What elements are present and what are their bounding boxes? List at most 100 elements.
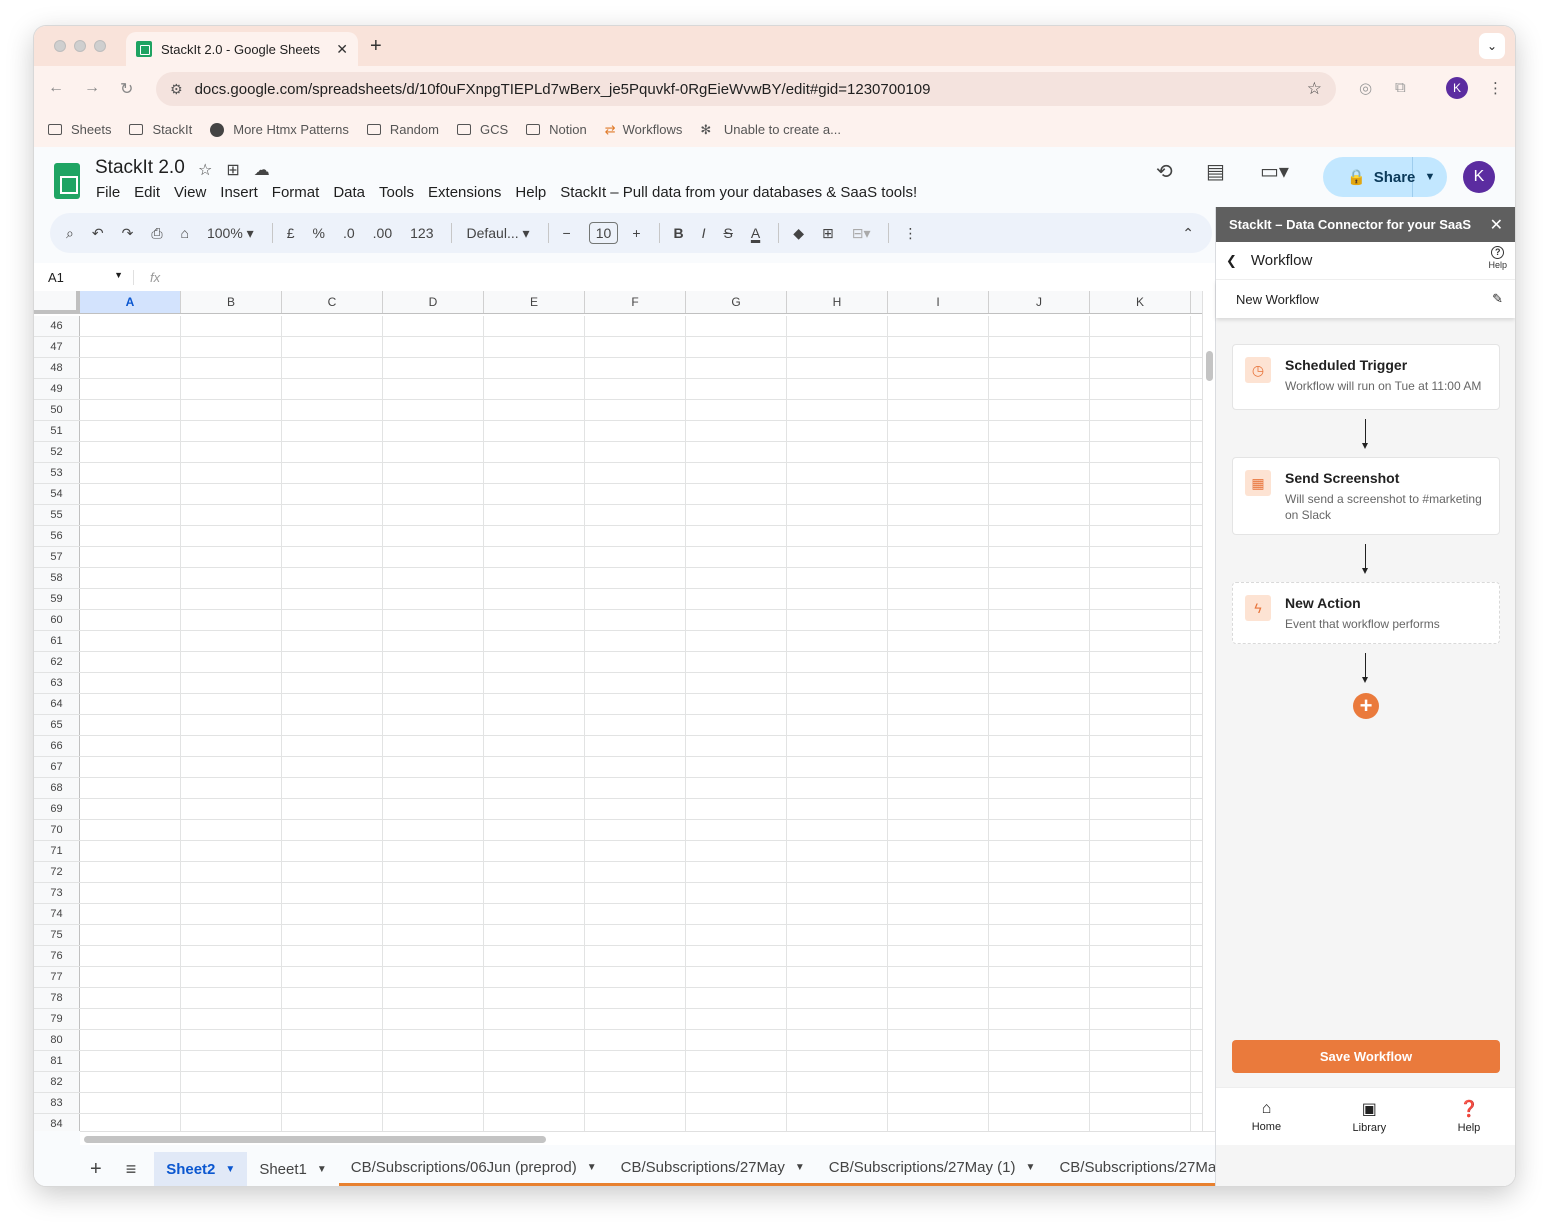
grid-cell[interactable] — [686, 841, 787, 861]
strikethrough-button[interactable]: S — [724, 225, 733, 241]
add-step-button[interactable]: + — [1353, 693, 1379, 719]
vertical-scrollbar[interactable] — [1202, 291, 1215, 1131]
grid-cell[interactable] — [80, 1114, 181, 1131]
grid-cell[interactable] — [80, 988, 181, 1008]
version-history-icon[interactable]: ⟲ — [1156, 159, 1173, 184]
grid-cell[interactable] — [181, 1072, 282, 1092]
grid-cell[interactable] — [181, 1009, 282, 1029]
grid-cell[interactable] — [585, 862, 686, 882]
grid-cell[interactable] — [585, 1009, 686, 1029]
grid-cell[interactable] — [1090, 1051, 1191, 1071]
bookmark-stackit[interactable]: StackIt — [129, 122, 192, 137]
grid-cell[interactable] — [585, 547, 686, 567]
grid-cell[interactable] — [585, 568, 686, 588]
grid-cell[interactable] — [80, 1072, 181, 1092]
grid-cell[interactable] — [383, 862, 484, 882]
row-header[interactable]: 62 — [34, 652, 80, 672]
select-all-corner[interactable] — [34, 291, 80, 314]
row-header[interactable]: 57 — [34, 547, 80, 567]
grid-cell[interactable] — [80, 1051, 181, 1071]
bookmark-notion[interactable]: Notion — [526, 122, 587, 137]
search-menus-icon[interactable]: ⌕ — [66, 225, 74, 242]
grid-cell[interactable] — [1090, 484, 1191, 504]
grid-cell[interactable] — [787, 379, 888, 399]
bookmark-gcs[interactable]: GCS — [456, 122, 508, 137]
grid-cell[interactable] — [787, 1072, 888, 1092]
comments-icon[interactable]: ▤ — [1206, 159, 1225, 184]
grid-cell[interactable] — [80, 463, 181, 483]
grid-cell[interactable] — [686, 547, 787, 567]
grid-cell[interactable] — [484, 358, 585, 378]
grid-cell[interactable] — [787, 1051, 888, 1071]
grid-cell[interactable] — [484, 799, 585, 819]
grid-cell[interactable] — [80, 673, 181, 693]
grid-cell[interactable] — [80, 862, 181, 882]
grid-cell[interactable] — [80, 337, 181, 357]
grid-cell[interactable] — [181, 526, 282, 546]
grid-cell[interactable] — [181, 442, 282, 462]
grid-cell[interactable] — [282, 904, 383, 924]
grid-cell[interactable] — [383, 883, 484, 903]
horizontal-scrollbar[interactable] — [80, 1131, 1215, 1145]
grid-cell[interactable] — [989, 568, 1090, 588]
grid-cell[interactable] — [282, 736, 383, 756]
grid-cell[interactable] — [585, 589, 686, 609]
grid-cell[interactable] — [787, 505, 888, 525]
grid-cell[interactable] — [585, 715, 686, 735]
grid-cell[interactable] — [888, 862, 989, 882]
grid-cell[interactable] — [484, 505, 585, 525]
grid-cell[interactable] — [888, 547, 989, 567]
menu-format[interactable]: Format — [272, 184, 320, 201]
font-size-decrease-icon[interactable]: − — [563, 225, 571, 241]
grid-cell[interactable] — [585, 442, 686, 462]
grid-cell[interactable] — [787, 316, 888, 336]
grid-cell[interactable] — [282, 757, 383, 777]
menu-tools[interactable]: Tools — [379, 184, 414, 201]
grid-cell[interactable] — [484, 883, 585, 903]
row-header[interactable]: 59 — [34, 589, 80, 609]
grid-cell[interactable] — [383, 505, 484, 525]
row-header[interactable]: 83 — [34, 1093, 80, 1113]
row-header[interactable]: 72 — [34, 862, 80, 882]
row-header[interactable]: 78 — [34, 988, 80, 1008]
grid-cell[interactable] — [1090, 505, 1191, 525]
grid-cell[interactable] — [585, 673, 686, 693]
grid-cell[interactable] — [686, 631, 787, 651]
grid-cell[interactable] — [282, 1051, 383, 1071]
grid-cell[interactable] — [1090, 442, 1191, 462]
grid-cell[interactable] — [989, 778, 1090, 798]
row-header[interactable]: 64 — [34, 694, 80, 714]
grid-cell[interactable] — [80, 442, 181, 462]
column-header[interactable]: G — [686, 291, 787, 313]
grid-cell[interactable] — [282, 526, 383, 546]
column-header[interactable]: D — [383, 291, 484, 313]
percent-format-button[interactable]: % — [313, 225, 325, 241]
menu-edit[interactable]: Edit — [134, 184, 160, 201]
grid-cell[interactable] — [585, 1093, 686, 1113]
grid-cell[interactable] — [888, 1072, 989, 1092]
grid-cell[interactable] — [282, 631, 383, 651]
grid-cell[interactable] — [686, 799, 787, 819]
grid-cell[interactable] — [585, 883, 686, 903]
scroll-thumb[interactable] — [84, 1136, 546, 1143]
grid-cell[interactable] — [1090, 652, 1191, 672]
sheets-logo-icon[interactable] — [54, 163, 80, 199]
grid-cell[interactable] — [282, 967, 383, 987]
bookmark-random[interactable]: Random — [366, 122, 439, 137]
grid-cell[interactable] — [484, 631, 585, 651]
grid-cell[interactable] — [888, 568, 989, 588]
grid-cell[interactable] — [585, 736, 686, 756]
grid-cell[interactable] — [282, 883, 383, 903]
share-main[interactable]: 🔒 Share — [1323, 157, 1415, 197]
grid-cell[interactable] — [1090, 421, 1191, 441]
grid-cell[interactable] — [282, 1072, 383, 1092]
grid-cell[interactable] — [383, 421, 484, 441]
row-header[interactable]: 84 — [34, 1114, 80, 1131]
grid-cell[interactable] — [1090, 400, 1191, 420]
grid-cell[interactable] — [282, 505, 383, 525]
grid-cell[interactable] — [989, 904, 1090, 924]
grid-cell[interactable] — [686, 1114, 787, 1131]
grid-cell[interactable] — [989, 400, 1090, 420]
grid-cell[interactable] — [787, 442, 888, 462]
grid-cell[interactable] — [484, 946, 585, 966]
